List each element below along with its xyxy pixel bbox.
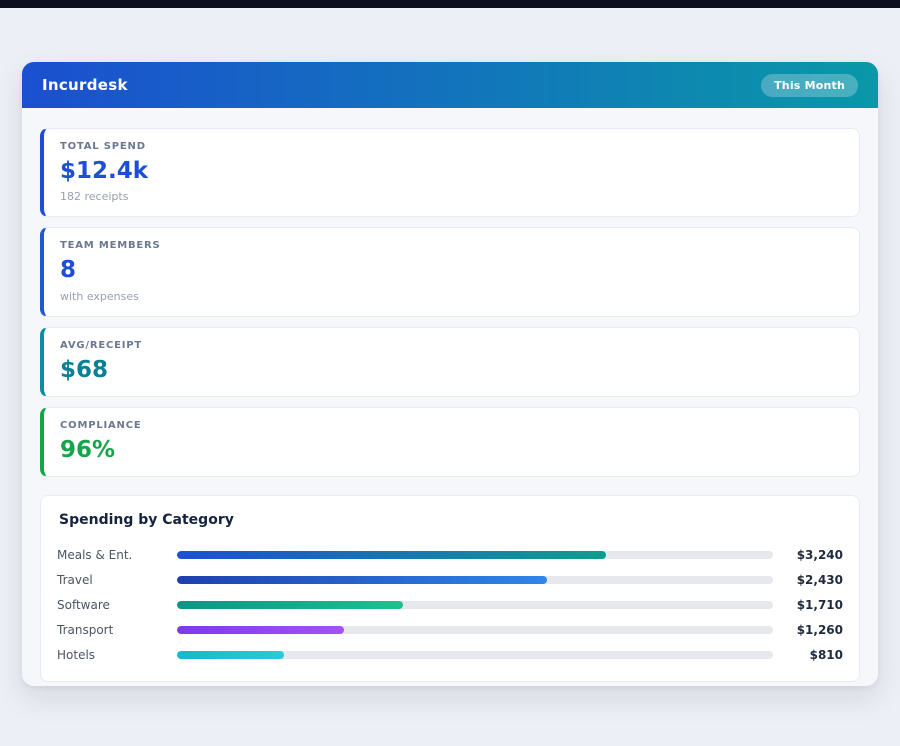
bar-fill [177, 551, 606, 559]
stat-card-compliance: COMPLIANCE 96% [40, 407, 860, 477]
category-label: Software [57, 598, 177, 612]
bar-fill [177, 576, 547, 584]
category-label: Meals & Ent. [57, 548, 177, 562]
bar-track [177, 601, 773, 609]
stat-value: $68 [60, 358, 843, 383]
chart-row-software: Software $1,710 [57, 592, 843, 617]
stat-label: COMPLIANCE [60, 420, 843, 431]
app-header: Incurdesk This Month [22, 62, 878, 108]
page-background: Incurdesk This Month TOTAL SPEND $12.4k … [0, 0, 900, 746]
stat-card-avg-receipt: AVG/RECEIPT $68 [40, 327, 860, 397]
stat-value: $12.4k [60, 159, 843, 184]
bar-track [177, 576, 773, 584]
amount-label: $3,240 [773, 548, 843, 562]
app-title: Incurdesk [42, 76, 128, 94]
bar-track [177, 626, 773, 634]
bar-track [177, 651, 773, 659]
chart-row-meals: Meals & Ent. $3,240 [57, 542, 843, 567]
chart-row-transport: Transport $1,260 [57, 617, 843, 642]
category-label: Hotels [57, 648, 177, 662]
amount-label: $1,710 [773, 598, 843, 612]
stat-card-team-members: TEAM MEMBERS 8 with expenses [40, 227, 860, 316]
category-label: Transport [57, 623, 177, 637]
chart-row-travel: Travel $2,430 [57, 567, 843, 592]
stat-value: 96% [60, 438, 843, 463]
bar-fill [177, 601, 403, 609]
stat-subtext: 182 receipts [60, 190, 843, 203]
bar-track [177, 551, 773, 559]
stat-subtext: with expenses [60, 290, 843, 303]
top-strip [0, 0, 900, 8]
bar-fill [177, 651, 284, 659]
dashboard-body: TOTAL SPEND $12.4k 182 receipts TEAM MEM… [22, 108, 878, 686]
amount-label: $810 [773, 648, 843, 662]
spending-by-category-panel: Spending by Category Meals & Ent. $3,240… [40, 495, 860, 682]
amount-label: $2,430 [773, 573, 843, 587]
chart-row-hotels: Hotels $810 [57, 642, 843, 667]
stat-label: TOTAL SPEND [60, 141, 843, 152]
stat-label: TEAM MEMBERS [60, 240, 843, 251]
stat-label: AVG/RECEIPT [60, 340, 843, 351]
stat-value: 8 [60, 258, 843, 283]
amount-label: $1,260 [773, 623, 843, 637]
bar-fill [177, 626, 344, 634]
category-label: Travel [57, 573, 177, 587]
period-badge[interactable]: This Month [761, 74, 858, 97]
stat-card-total-spend: TOTAL SPEND $12.4k 182 receipts [40, 128, 860, 217]
panel-title: Spending by Category [59, 512, 843, 528]
app-card: Incurdesk This Month TOTAL SPEND $12.4k … [22, 62, 878, 686]
